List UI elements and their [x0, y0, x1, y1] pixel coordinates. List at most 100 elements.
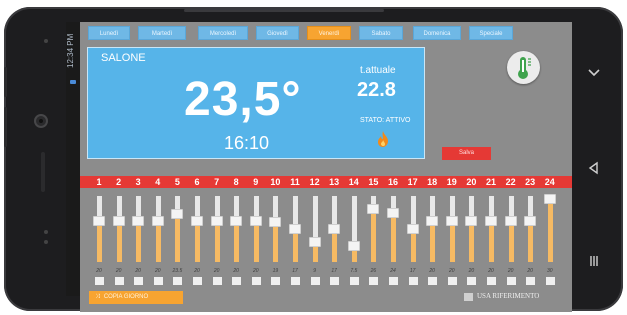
- hour-slider[interactable]: 30: [542, 190, 558, 290]
- hour-checkbox[interactable]: [193, 277, 202, 285]
- set-temperature[interactable]: 23,5°: [184, 72, 302, 127]
- slider-value: 20: [135, 268, 141, 274]
- hour-slider[interactable]: 20: [91, 190, 107, 290]
- hour-label: 9: [253, 177, 259, 187]
- tab-day[interactable]: Domenica: [413, 26, 461, 40]
- volume-button[interactable]: [4, 67, 7, 97]
- slider-knob[interactable]: [171, 209, 184, 220]
- slider-value: 20: [96, 268, 102, 274]
- slider-knob[interactable]: [445, 216, 458, 227]
- hour-slider[interactable]: 19: [267, 190, 283, 290]
- thermostat-icon[interactable]: [507, 51, 540, 84]
- slider-knob[interactable]: [328, 224, 341, 234]
- power-button[interactable]: [4, 107, 7, 147]
- hour-checkbox[interactable]: [114, 277, 124, 285]
- tab-day[interactable]: Mercoledì: [198, 26, 248, 40]
- slider-value: 20: [449, 268, 455, 274]
- hour-slider[interactable]: 20: [130, 190, 146, 290]
- hour-checkbox[interactable]: [173, 277, 183, 285]
- hour-checkbox[interactable]: [389, 277, 398, 285]
- hour-checkbox[interactable]: [526, 277, 536, 285]
- use-reference-checkbox[interactable]: [464, 293, 473, 301]
- slider-knob[interactable]: [191, 216, 203, 227]
- slider-knob[interactable]: [230, 216, 243, 227]
- tab-day[interactable]: Sabato: [359, 26, 403, 40]
- hour-slider[interactable]: 20: [209, 190, 225, 290]
- hour-slider[interactable]: 9: [307, 190, 323, 290]
- hour-checkbox[interactable]: [428, 277, 438, 285]
- hour-checkbox[interactable]: [467, 277, 477, 285]
- hour-slider[interactable]: 20: [522, 190, 538, 290]
- hour-slider[interactable]: 20: [248, 190, 264, 290]
- hour-slider[interactable]: 24: [385, 190, 401, 290]
- slider-knob[interactable]: [524, 216, 537, 227]
- hour-checkbox[interactable]: [369, 277, 379, 285]
- hour-slider[interactable]: 20: [189, 190, 205, 290]
- chevron-down-icon[interactable]: [583, 65, 605, 87]
- hour-checkbox[interactable]: [212, 277, 222, 285]
- hour-slider[interactable]: 17: [326, 190, 342, 290]
- hour-slider[interactable]: 20: [444, 190, 460, 290]
- slider-knob[interactable]: [465, 216, 478, 227]
- hour-slider[interactable]: 20: [424, 190, 440, 290]
- slider-knob[interactable]: [151, 216, 164, 227]
- hour-slider[interactable]: 20: [150, 190, 166, 290]
- hour-checkbox[interactable]: [330, 277, 340, 285]
- slider-knob[interactable]: [406, 224, 419, 234]
- status-bar: 12:34 PM: [66, 22, 80, 296]
- slider-knob[interactable]: [93, 216, 105, 227]
- hour-slider[interactable]: 23.5: [169, 190, 185, 290]
- hour-checkbox[interactable]: [349, 277, 359, 285]
- hour-slider[interactable]: 17: [287, 190, 303, 290]
- tab-day[interactable]: Venerdì: [307, 26, 351, 40]
- slider-knob[interactable]: [132, 216, 145, 227]
- hour-checkbox[interactable]: [134, 277, 144, 285]
- tab-day[interactable]: Speciale: [469, 26, 513, 40]
- slider-knob[interactable]: [504, 216, 517, 227]
- hour-checkbox[interactable]: [506, 277, 516, 285]
- slider-knob[interactable]: [543, 194, 556, 205]
- slider-knob[interactable]: [308, 237, 321, 248]
- hour-slider[interactable]: 20: [228, 190, 244, 290]
- slider-fill: [489, 221, 494, 262]
- hour-slider[interactable]: 7.5: [346, 190, 362, 290]
- slider-knob[interactable]: [210, 216, 223, 227]
- front-camera: [34, 114, 48, 128]
- slider-knob[interactable]: [249, 216, 262, 227]
- slider-knob[interactable]: [387, 208, 399, 219]
- hour-checkbox[interactable]: [153, 277, 163, 285]
- triangle-icon[interactable]: [583, 160, 605, 182]
- slider-knob[interactable]: [269, 217, 282, 228]
- slider-knob[interactable]: [289, 224, 301, 234]
- slider-knob[interactable]: [485, 216, 497, 227]
- hour-slider[interactable]: 17: [405, 190, 421, 290]
- tab-day[interactable]: Lunedì: [88, 26, 130, 40]
- hour-label: 22: [505, 177, 516, 187]
- hour-checkbox[interactable]: [408, 277, 418, 285]
- hour-checkbox[interactable]: [310, 277, 320, 285]
- slider-knob[interactable]: [112, 216, 125, 227]
- slider-knob[interactable]: [347, 240, 360, 251]
- hour-slider[interactable]: 20: [503, 190, 519, 290]
- save-button[interactable]: Salva: [442, 147, 491, 160]
- slider-knob[interactable]: [426, 216, 439, 227]
- tab-day[interactable]: Giovedì: [256, 26, 299, 40]
- hour-checkbox[interactable]: [545, 277, 555, 285]
- hour-checkbox[interactable]: [487, 277, 496, 285]
- hour-checkbox[interactable]: [95, 277, 104, 285]
- tab-day[interactable]: Martedì: [138, 26, 186, 40]
- hour-slider[interactable]: 20: [483, 190, 499, 290]
- slider-knob[interactable]: [367, 204, 380, 215]
- hour-checkbox[interactable]: [447, 277, 457, 285]
- slider-value: 30: [547, 268, 553, 274]
- hour-slider[interactable]: 20: [463, 190, 479, 290]
- hour-slider[interactable]: 26: [365, 190, 381, 290]
- hour-checkbox[interactable]: [251, 277, 261, 285]
- hour-label: 21: [485, 177, 496, 187]
- hour-checkbox[interactable]: [291, 277, 300, 285]
- hour-slider[interactable]: 20: [111, 190, 127, 290]
- hour-checkbox[interactable]: [271, 277, 281, 285]
- copy-day-button[interactable]: ⤨ COPIA GIORNO: [89, 291, 183, 304]
- recent-apps-icon[interactable]: [583, 253, 605, 275]
- hour-checkbox[interactable]: [232, 277, 242, 285]
